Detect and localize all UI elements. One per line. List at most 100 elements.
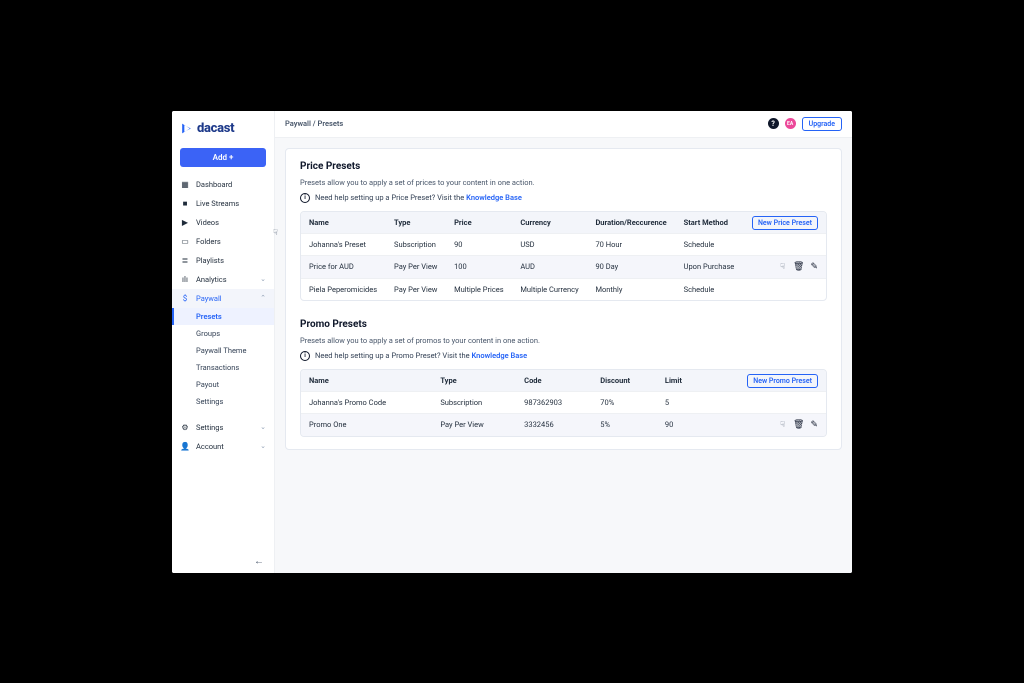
promo-help-line: i Need help setting up a Promo Preset? V…: [300, 351, 827, 361]
table-row[interactable]: Price for AUD Pay Per View 100 AUD 90 Da…: [301, 255, 826, 278]
chevron-down-icon: ⌄: [260, 275, 266, 283]
edit-icon[interactable]: ✎: [810, 420, 818, 430]
sidebar-item-label: Playlists: [196, 256, 224, 265]
sidebar-item-live-streams[interactable]: ■ Live Streams: [172, 194, 274, 213]
table-row[interactable]: Johanna's Promo Code Subscription 987362…: [301, 391, 826, 413]
brand-logo: dacast: [172, 111, 274, 144]
cursor-icon: ☟: [273, 228, 278, 237]
col-actions: New Promo Preset: [704, 370, 826, 392]
avatar[interactable]: EA: [785, 118, 796, 129]
knowledge-base-link[interactable]: Knowledge Base: [466, 193, 522, 202]
cell-currency: Multiple Currency: [512, 278, 587, 300]
camera-icon: ■: [180, 199, 190, 208]
help-icon[interactable]: ?: [768, 118, 779, 129]
cell-duration: Monthly: [587, 278, 675, 300]
dashboard-icon: ▦: [180, 180, 190, 189]
col-name: Name: [301, 370, 432, 392]
dollar-icon: $: [180, 294, 190, 303]
new-promo-preset-button[interactable]: New Promo Preset: [747, 374, 818, 388]
cell-type: Pay Per View: [432, 413, 516, 436]
cell-name: Piela Peperomicides: [301, 278, 386, 300]
subnav-presets[interactable]: Presets: [172, 308, 274, 325]
sidebar-item-label: Account: [196, 442, 224, 451]
table-row[interactable]: Johanna's Preset Subscription 90 USD 70 …: [301, 233, 826, 255]
table-row[interactable]: Promo One Pay Per View 3332456 5% 90 ☟ 🗑: [301, 413, 826, 436]
arrow-left-icon: ←: [254, 556, 264, 567]
topbar: Paywall / Presets ? EA Upgrade: [275, 111, 852, 138]
sidebar-item-folders[interactable]: ▭ Folders: [172, 232, 274, 251]
subnav-paywall-theme[interactable]: Paywall Theme: [172, 342, 274, 359]
cell-name: Promo One: [301, 413, 432, 436]
sidebar-item-playlists[interactable]: ≣ Playlists: [172, 251, 274, 270]
promo-help-text: Need help setting up a Promo Preset? Vis…: [315, 351, 471, 360]
brand-mark-icon: [180, 122, 193, 135]
promo-presets-title: Promo Presets: [300, 319, 827, 330]
cell-type: Pay Per View: [386, 278, 446, 300]
sidebar-item-analytics[interactable]: ılı Analytics ⌄: [172, 270, 274, 289]
cell-limit: 5: [657, 391, 704, 413]
new-price-preset-button[interactable]: New Price Preset: [752, 216, 818, 230]
sidebar-item-videos[interactable]: ▶ Videos ☟: [172, 213, 274, 232]
cell-start: Schedule: [676, 278, 743, 300]
cell-start: Upon Purchase: [676, 255, 743, 278]
col-limit: Limit: [657, 370, 704, 392]
price-presets-desc: Presets allow you to apply a set of pric…: [300, 178, 827, 187]
sidebar-item-dashboard[interactable]: ▦ Dashboard: [172, 175, 274, 194]
chevron-down-icon: ⌄: [260, 442, 266, 450]
table-row[interactable]: Piela Peperomicides Pay Per View Multipl…: [301, 278, 826, 300]
cell-currency: USD: [512, 233, 587, 255]
delete-icon[interactable]: 🗑: [793, 262, 804, 272]
presets-card: Price Presets Presets allow you to apply…: [285, 148, 842, 450]
col-code: Code: [516, 370, 592, 392]
sidebar-item-label: Folders: [196, 237, 221, 246]
price-table-header: Name Type Price Currency Duration/Reccur…: [301, 212, 826, 234]
cell-name: Johanna's Promo Code: [301, 391, 432, 413]
col-type: Type: [386, 212, 446, 234]
col-actions: New Price Preset: [743, 212, 826, 234]
cell-discount: 5%: [592, 413, 657, 436]
promo-table: Name Type Code Discount Limit New Promo …: [300, 369, 827, 437]
upgrade-button[interactable]: Upgrade: [802, 117, 842, 131]
cell-price: 90: [446, 233, 512, 255]
cell-type: Subscription: [386, 233, 446, 255]
cell-code: 3332456: [516, 413, 592, 436]
sidebar-item-settings[interactable]: ⚙ Settings ⌄: [172, 418, 274, 437]
price-help-line: i Need help setting up a Price Preset? V…: [300, 193, 827, 203]
col-start: Start Method: [676, 212, 743, 234]
cursor-icon: ☟: [780, 262, 785, 271]
cell-price: Multiple Prices: [446, 278, 512, 300]
cell-start: Schedule: [676, 233, 743, 255]
promo-table-header: Name Type Code Discount Limit New Promo …: [301, 370, 826, 392]
delete-icon[interactable]: 🗑: [793, 420, 804, 430]
cell-discount: 70%: [592, 391, 657, 413]
analytics-icon: ılı: [180, 275, 190, 284]
sidebar-item-label: Settings: [196, 423, 223, 432]
collapse-sidebar-button[interactable]: ←: [172, 550, 274, 573]
info-icon: i: [300, 193, 310, 203]
sidebar-item-account[interactable]: 👤 Account ⌄: [172, 437, 274, 456]
sidebar-item-label: Paywall: [196, 294, 222, 303]
chevron-up-icon: ⌃: [260, 294, 266, 302]
chevron-down-icon: ⌄: [260, 423, 266, 431]
topbar-actions: ? EA Upgrade: [768, 117, 842, 131]
sidebar-item-label: Dashboard: [196, 180, 232, 189]
main-panel: Paywall / Presets ? EA Upgrade Price Pre…: [275, 111, 852, 573]
subnav-payout[interactable]: Payout: [172, 376, 274, 393]
cell-code: 987362903: [516, 391, 592, 413]
primary-nav: ▦ Dashboard ■ Live Streams ▶ Videos ☟ ▭ …: [172, 175, 274, 456]
add-button[interactable]: Add +: [180, 148, 266, 167]
edit-icon[interactable]: ✎: [810, 262, 818, 272]
col-name: Name: [301, 212, 386, 234]
knowledge-base-link[interactable]: Knowledge Base: [471, 351, 527, 360]
sidebar-item-paywall[interactable]: $ Paywall ⌃: [172, 289, 274, 308]
subnav-settings[interactable]: Settings: [172, 393, 274, 410]
content: Price Presets Presets allow you to apply…: [275, 138, 852, 573]
sidebar-item-label: Live Streams: [196, 199, 239, 208]
col-discount: Discount: [592, 370, 657, 392]
cell-currency: AUD: [512, 255, 587, 278]
playlist-icon: ≣: [180, 256, 190, 265]
subnav-transactions[interactable]: Transactions: [172, 359, 274, 376]
subnav-groups[interactable]: Groups: [172, 325, 274, 342]
sidebar-item-label: Videos: [196, 218, 219, 227]
paywall-subnav: Presets Groups Paywall Theme Transaction…: [172, 308, 274, 410]
